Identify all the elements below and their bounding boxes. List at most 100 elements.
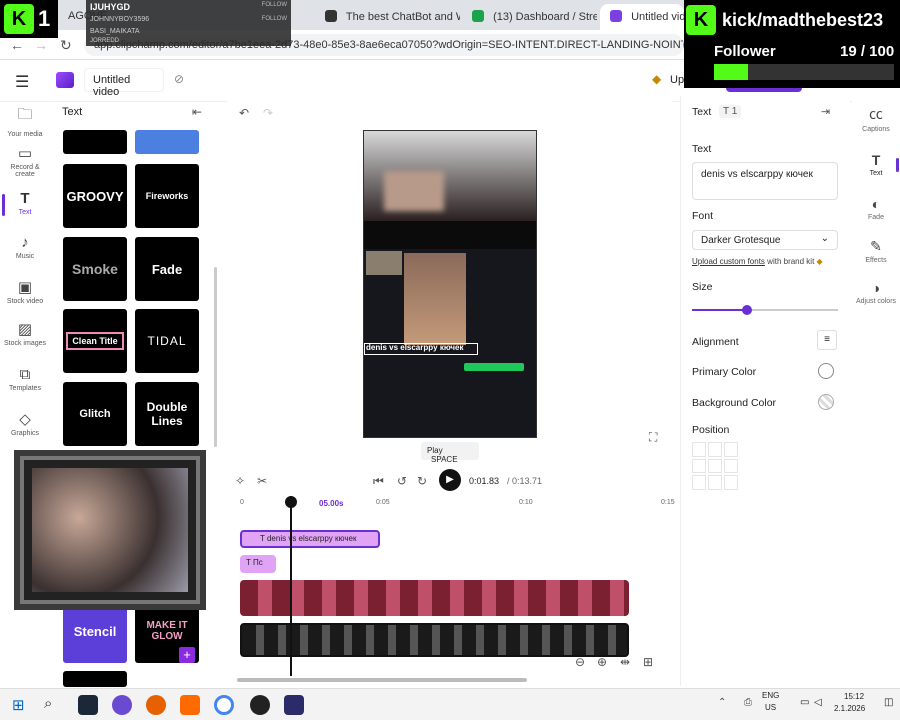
skip-back-icon[interactable]: ⏮ [373, 474, 384, 489]
split-icon[interactable]: ✂ [257, 474, 267, 488]
rail-stock-images[interactable]: ▨ Stock images [0, 320, 50, 347]
position-cell[interactable] [708, 442, 722, 457]
caption-selection-box[interactable]: denis vs elscarppy кючек [364, 343, 478, 355]
firefox-icon[interactable] [146, 695, 166, 715]
notifications-icon[interactable]: ◫ [884, 697, 893, 708]
position-cell[interactable] [724, 475, 738, 490]
browser-tab[interactable]: (13) Dashboard / Stream [462, 4, 597, 30]
upload-fonts-link[interactable]: Upload custom fonts [692, 257, 765, 266]
text-tile-clean-title[interactable]: Clean Title [63, 309, 127, 373]
rail-captions[interactable]: ㏄ Captions [852, 104, 900, 133]
position-cell[interactable] [708, 475, 722, 490]
text-tile-fade[interactable]: Fade [135, 237, 199, 301]
menu-icon[interactable]: ☰ [15, 72, 29, 92]
rail-templates[interactable]: ⧉ Templates [0, 366, 50, 392]
rail-stock-video[interactable]: ▣ Stock video [0, 278, 50, 305]
text-tile-smoke[interactable]: Smoke [63, 237, 127, 301]
rail-your-media[interactable]: 🗀 Your media [0, 104, 50, 138]
size-section-label: Size [692, 281, 713, 293]
video-title-field[interactable]: Untitled video [84, 68, 164, 98]
browser-tab-active[interactable]: Untitled video [600, 4, 684, 30]
adjust-colors-icon: ◑ [871, 280, 881, 296]
undo-icon[interactable]: ↶ [239, 106, 249, 120]
rail-text-properties[interactable]: T Text [852, 152, 900, 177]
steam-icon[interactable] [78, 695, 98, 715]
position-cell[interactable] [724, 458, 738, 474]
background-color-swatch[interactable] [818, 394, 834, 410]
text-tile-double-lines[interactable]: Double Lines [135, 382, 199, 446]
text-clip-selected[interactable]: T denis vs elscarppy кючек [240, 530, 380, 548]
calculator-icon[interactable] [284, 695, 304, 715]
font-select[interactable]: Darker Grotesque ⌄ [692, 230, 838, 250]
chrome-icon[interactable] [214, 695, 234, 715]
text-tile-tidal[interactable]: TIDAL [135, 309, 199, 373]
text-tile-fireworks[interactable]: Fireworks [135, 164, 199, 228]
video-clip-selected[interactable] [240, 623, 629, 657]
tray-chevron-icon[interactable]: ⌃ [718, 697, 726, 708]
network-icon[interactable]: ▭ [800, 697, 809, 708]
rail-record-create[interactable]: ▭ Record & create [0, 144, 50, 178]
tray-icon[interactable]: ⎙ [744, 697, 752, 708]
kick-follower-overlay: K kick/madthebest23 Follower 19 / 100 [684, 0, 900, 88]
position-cell[interactable] [692, 475, 706, 490]
fullscreen-icon[interactable]: ⛶ [649, 430, 657, 445]
grid-icon[interactable]: ⊞ [643, 655, 653, 669]
timeline-scrollbar[interactable] [237, 678, 527, 682]
align-left-icon[interactable]: ≡ [817, 330, 837, 350]
position-cell[interactable] [692, 442, 706, 457]
language-indicator[interactable]: ENG [762, 691, 779, 700]
text-tile[interactable] [63, 130, 127, 154]
text-content-input[interactable]: denis vs elscarppy кючек [692, 162, 838, 200]
app-icon[interactable] [112, 695, 132, 715]
reload-icon[interactable]: ↻ [60, 37, 72, 54]
primary-color-swatch[interactable] [818, 363, 834, 379]
text-tile[interactable] [135, 130, 199, 154]
kick-logo-icon: K [686, 5, 716, 35]
search-icon[interactable]: ⌕ [44, 695, 52, 712]
back-icon[interactable]: ← [10, 37, 24, 53]
size-slider[interactable] [692, 305, 838, 315]
video-preview[interactable]: denis vs elscarppy кючек [363, 130, 537, 438]
position-cell[interactable] [724, 442, 738, 457]
add-tile-icon[interactable]: + [179, 647, 195, 663]
rail-effects[interactable]: ✎ Effects [852, 238, 900, 264]
position-cell[interactable] [708, 458, 722, 474]
text-clip[interactable]: T Пс [240, 555, 276, 573]
fit-icon[interactable]: ⇹ [620, 655, 630, 669]
clock-time[interactable]: 15:12 [844, 692, 864, 701]
position-cell[interactable] [692, 458, 706, 474]
chat-line: BASI_MAIKATA [90, 28, 140, 35]
collapse-properties-icon[interactable]: ⇥ [821, 105, 830, 118]
playhead[interactable] [290, 496, 292, 676]
size-slider-thumb[interactable] [742, 305, 753, 315]
text-tile-groovy[interactable]: GROOVY [63, 164, 127, 228]
app-icon[interactable] [180, 695, 200, 715]
ruler-tick: 0:15 [661, 499, 675, 506]
captions-icon: ㏄ [869, 106, 883, 122]
play-button[interactable]: ▶ [439, 469, 461, 491]
panel-scrollbar[interactable] [214, 267, 217, 447]
volume-icon[interactable]: ◁ [814, 697, 822, 708]
collapse-panel-icon[interactable]: ⇤ [192, 105, 202, 119]
rail-music[interactable]: ♪ Music [0, 234, 50, 260]
rail-text[interactable]: T Text [0, 190, 50, 216]
magic-icon[interactable]: ✧ [235, 474, 245, 488]
rewind-5-icon[interactable]: ↺ [397, 474, 407, 488]
rail-graphics[interactable]: ◇ Graphics [0, 410, 50, 437]
rail-fade[interactable]: ◐ Fade [852, 196, 900, 221]
text-tile[interactable] [63, 671, 127, 687]
forward-5-icon[interactable]: ↻ [417, 474, 427, 488]
zoom-out-icon[interactable]: ⊖ [575, 655, 585, 669]
video-clip[interactable] [240, 580, 629, 616]
playhead-handle[interactable] [285, 496, 297, 508]
chat-overlay: IJUHYGD FOLLOW JOHNNYBOY3596 FOLLOW BASI… [86, 0, 291, 46]
redo-icon[interactable]: ↷ [263, 106, 273, 120]
zoom-in-icon[interactable]: ⊕ [597, 655, 607, 669]
text-tile-glitch[interactable]: Glitch [63, 382, 127, 446]
cloud-off-icon[interactable]: ⊘ [174, 72, 184, 86]
obs-icon[interactable] [250, 695, 270, 715]
forward-icon[interactable]: → [34, 37, 48, 53]
windows-start-icon[interactable]: ⊞ [12, 696, 25, 714]
browser-tab[interactable]: The best ChatBot and W [315, 4, 460, 30]
rail-adjust-colors[interactable]: ◑ Adjust colors [852, 280, 900, 305]
